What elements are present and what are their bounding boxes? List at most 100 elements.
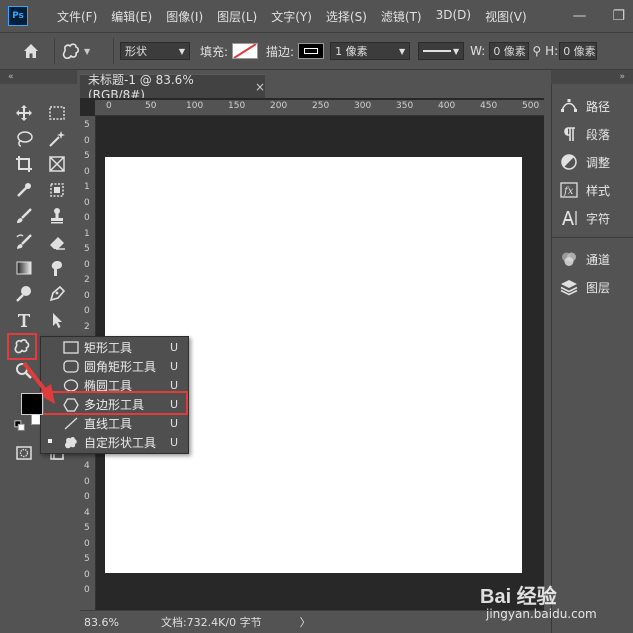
close-icon[interactable]: ×	[255, 80, 265, 94]
line-icon	[63, 417, 79, 431]
svg-text:fx: fx	[563, 186, 574, 197]
dodge-icon	[16, 286, 31, 302]
flyout-item-custom-shape[interactable]: 自定形状工具 U	[41, 433, 188, 452]
chevron-down-icon: ▼	[398, 46, 406, 56]
styles-label: 样式	[586, 183, 611, 198]
document-info: 文档:732.4K/0 字节	[160, 616, 262, 629]
ruler-tick: 0	[84, 259, 90, 270]
flyout-item-line[interactable]: 直线工具 U	[41, 414, 188, 433]
styles-panel-button[interactable]: fx 样式	[560, 179, 610, 201]
layers-icon	[560, 280, 578, 296]
magic-wand-tool[interactable]	[44, 127, 70, 151]
crop-tool[interactable]	[11, 152, 37, 176]
link-dimensions-icon[interactable]: ⚲	[532, 44, 541, 58]
stroke-type-select[interactable]: ▼	[418, 42, 465, 60]
dodge-tool[interactable]	[11, 282, 37, 306]
menu-3d[interactable]: 3D(D)	[429, 8, 478, 25]
ruler-tick: 0	[84, 538, 90, 549]
ruler-tick: 0	[84, 476, 90, 487]
home-button[interactable]	[14, 38, 48, 64]
document-tab[interactable]: 未标题-1 @ 83.6%(RGB/8#) ×	[80, 73, 265, 102]
zoom-tool[interactable]	[11, 359, 37, 383]
menu-file[interactable]: 文件(F)	[50, 8, 104, 25]
menu-view[interactable]: 视图(V)	[478, 8, 534, 25]
path-select-tool[interactable]	[44, 308, 70, 332]
width-field[interactable]: 0 像素	[489, 42, 530, 60]
separator	[113, 38, 114, 64]
menu-list: 文件(F) 编辑(E) 图像(I) 图层(L) 文字(Y) 选择(S) 滤镜(T…	[50, 8, 534, 25]
menu-filter[interactable]: 滤镜(T)	[374, 8, 429, 25]
rectangle-icon	[63, 341, 79, 355]
panels-collapse[interactable]: »	[551, 70, 633, 84]
fill-swatch[interactable]	[232, 43, 259, 59]
channels-icon	[562, 252, 576, 266]
ruler-tick: 0	[84, 213, 90, 223]
lasso-tool[interactable]	[11, 127, 37, 151]
gradient-tool[interactable]	[11, 256, 37, 280]
type-icon	[18, 314, 30, 327]
default-colors-button[interactable]	[13, 419, 27, 433]
blur-tool[interactable]	[44, 256, 70, 280]
move-tool[interactable]	[11, 101, 37, 125]
ruler-tick: 0	[84, 585, 90, 595]
menu-type[interactable]: 文字(Y)	[264, 8, 319, 25]
status-menu-arrow[interactable]: 〉	[300, 614, 311, 630]
foreground-color[interactable]	[21, 393, 43, 415]
toolbar-collapse[interactable]: «	[0, 70, 77, 84]
ruler-tick: 0	[84, 569, 90, 580]
mode-value: 形状	[125, 45, 147, 58]
stroke-width-select[interactable]: 1 像素 ▼	[330, 42, 411, 60]
flyout-item-label: 圆角矩形工具	[84, 360, 157, 374]
type-tool[interactable]	[11, 308, 37, 332]
mode-select[interactable]: 形状 ▼	[120, 42, 190, 60]
paths-panel-button[interactable]: 路径	[560, 95, 610, 117]
eraser-tool[interactable]	[44, 230, 70, 254]
character-panel-button[interactable]: 字符	[560, 207, 610, 229]
ruler-tick: 5	[84, 244, 90, 254]
magic-wand-icon	[49, 131, 65, 147]
menu-image[interactable]: 图像(I)	[159, 8, 210, 25]
layers-panel-button[interactable]: 图层	[560, 276, 610, 298]
menu-edit[interactable]: 编辑(E)	[104, 8, 159, 25]
paragraph-panel-button[interactable]: 段落	[560, 123, 610, 145]
stroke-swatch[interactable]	[298, 43, 325, 59]
ruler-tick: 5	[84, 120, 90, 130]
character-icon	[562, 211, 577, 225]
stamp-tool[interactable]	[44, 204, 70, 228]
marquee-tool[interactable]	[44, 101, 70, 125]
ruler-tick: 1	[84, 182, 90, 192]
channels-panel-button[interactable]: 通道	[560, 248, 610, 270]
minimize-button[interactable]: —	[572, 8, 586, 24]
custom-shape-icon	[63, 436, 79, 450]
quick-mask-button[interactable]	[11, 441, 37, 465]
pen-tool[interactable]	[44, 282, 70, 306]
frame-select-tool[interactable]	[44, 178, 70, 202]
adjustments-label: 调整	[586, 155, 611, 170]
flyout-item-label: 矩形工具	[84, 341, 133, 355]
brush-tool[interactable]	[11, 204, 37, 228]
custom-shape-icon	[62, 43, 80, 60]
ruler-tick: 100	[186, 101, 204, 111]
history-brush-tool[interactable]	[11, 230, 37, 254]
frame-tool[interactable]	[44, 152, 70, 176]
menu-select[interactable]: 选择(S)	[319, 8, 374, 25]
flyout-item-rectangle[interactable]: 矩形工具 U	[41, 338, 188, 357]
menu-layer[interactable]: 图层(L)	[210, 8, 264, 25]
tool-preset-picker[interactable]: ▼	[61, 42, 107, 60]
height-field[interactable]: 0 像素	[559, 42, 598, 60]
zoom-level[interactable]: 83.6%	[84, 616, 119, 629]
ruler-tick: 0	[84, 290, 90, 301]
watermark-brand: Bai 经验	[480, 586, 557, 608]
stamp-icon	[51, 208, 63, 224]
flyout-item-rounded-rectangle[interactable]: 圆角矩形工具 U	[41, 357, 188, 376]
adjustments-icon	[561, 154, 577, 170]
panel-dock: 路径 段落 调整 fx 样式 字符 通道 图层	[551, 84, 633, 633]
watermark: Bai 经验 jingyan.baidu.com	[480, 575, 630, 630]
eyedropper-tool[interactable]	[11, 178, 37, 202]
adjustments-panel-button[interactable]: 调整	[560, 151, 610, 173]
rect-marquee-icon	[49, 106, 65, 120]
ruler-tick: 0	[84, 135, 90, 146]
flyout-shortcut: U	[169, 341, 178, 354]
restore-button[interactable]: ❐	[612, 8, 625, 24]
chevron-down-icon: ▼	[178, 46, 185, 56]
